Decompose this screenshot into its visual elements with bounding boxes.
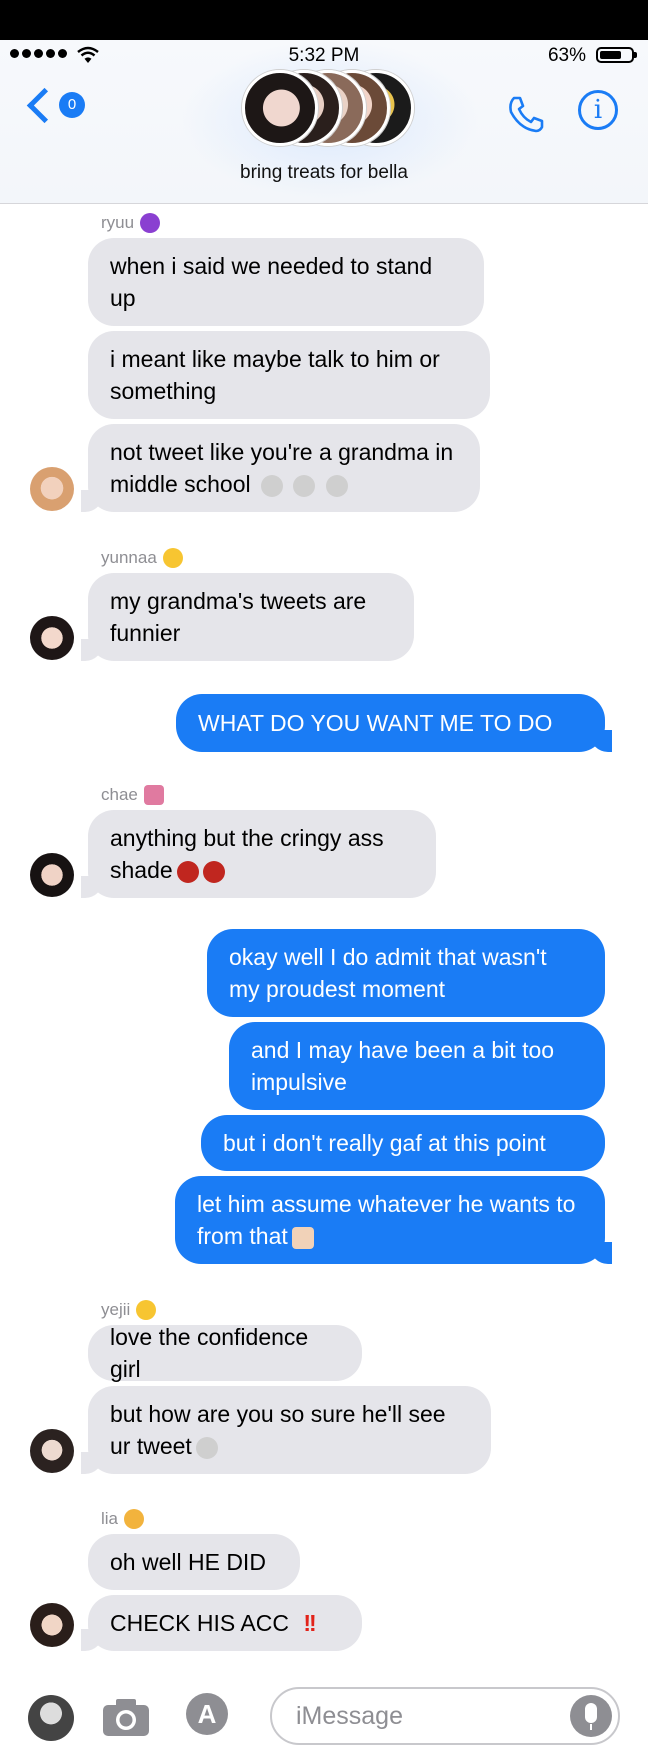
message-bubble[interactable]: anything but the cringy ass shade [88,810,436,898]
message-bubble[interactable]: not tweet like you're a grandma in middl… [88,424,480,512]
message-bubble[interactable]: CHECK HIS ACC !! [88,1595,362,1651]
conversation-header: 5:32 PM 63% 0 bring treats for bella i [0,40,648,204]
sender-name: ryuu [101,213,161,233]
message-bubble[interactable]: oh well HE DID [88,1534,300,1590]
avatar[interactable] [30,616,74,660]
message-bubble[interactable]: and I may have been a bit too impulsive [229,1022,605,1110]
skull-icon [325,474,348,497]
message-composer: A iMessage [0,1663,648,1755]
sunglasses-emoji-icon [136,1300,157,1320]
avatar[interactable] [30,853,74,897]
phone-icon[interactable] [506,94,546,134]
sender-name: yejii [101,1300,157,1320]
avatar[interactable] [30,1603,74,1647]
battery-icon [596,47,637,63]
chevron-left-icon [26,87,63,123]
kissing-face-emoji-icon [162,548,183,568]
sender-name: lia [101,1509,145,1529]
ogre-emoji-icon [176,860,199,883]
memoji-avatar[interactable] [28,1695,74,1741]
group-name[interactable]: bring treats for bella [0,162,648,184]
unread-badge: 0 [59,92,85,118]
sender-name: yunnaa [101,548,183,568]
skull-icon [195,1436,218,1459]
message-input[interactable]: iMessage [270,1687,620,1745]
microphone-icon[interactable] [570,1695,612,1737]
top-black-bar [0,0,648,40]
back-button[interactable]: 0 [26,87,85,123]
avatar [242,70,318,146]
message-bubble[interactable]: let him assume whatever he wants to from… [175,1176,605,1264]
message-bubble[interactable]: love the confidence girl [88,1324,362,1382]
message-bubble[interactable]: WHAT DO YOU WANT ME TO DO [176,694,605,752]
ogre-emoji-icon [202,860,225,883]
battery-percentage: 63% [547,45,586,66]
message-input-placeholder: iMessage [296,1702,403,1730]
info-icon[interactable]: i [578,90,618,130]
message-bubble[interactable]: i meant like maybe talk to him or someth… [88,331,490,419]
message-thread[interactable]: ryuu when i said we needed to stand up i… [0,203,648,1663]
message-bubble[interactable]: but how are you so sure he'll see ur twe… [88,1386,491,1474]
devil-emoji-icon [140,213,161,233]
couple-emoji-icon [143,785,164,805]
message-bubble[interactable]: my grandma's tweets are funnier [88,573,414,661]
camera-icon[interactable] [102,1697,150,1737]
status-bar: 5:32 PM 63% [0,40,648,70]
avatar[interactable] [30,1429,74,1473]
cat-emoji-icon [124,1509,145,1529]
message-bubble[interactable]: but i don't really gaf at this point [201,1115,605,1171]
message-bubble[interactable]: okay well I do admit that wasn't my prou… [207,929,605,1017]
app-store-icon[interactable]: A [186,1693,228,1735]
group-avatars[interactable] [242,70,414,152]
person-shrugging-emoji-icon [291,1226,314,1249]
skull-icon [261,474,284,497]
message-bubble[interactable]: when i said we needed to stand up [88,238,484,326]
double-exclamation-icon: !! [303,1610,316,1636]
sender-name: chae [101,785,164,805]
skull-icon [293,474,316,497]
avatar[interactable] [30,467,74,511]
